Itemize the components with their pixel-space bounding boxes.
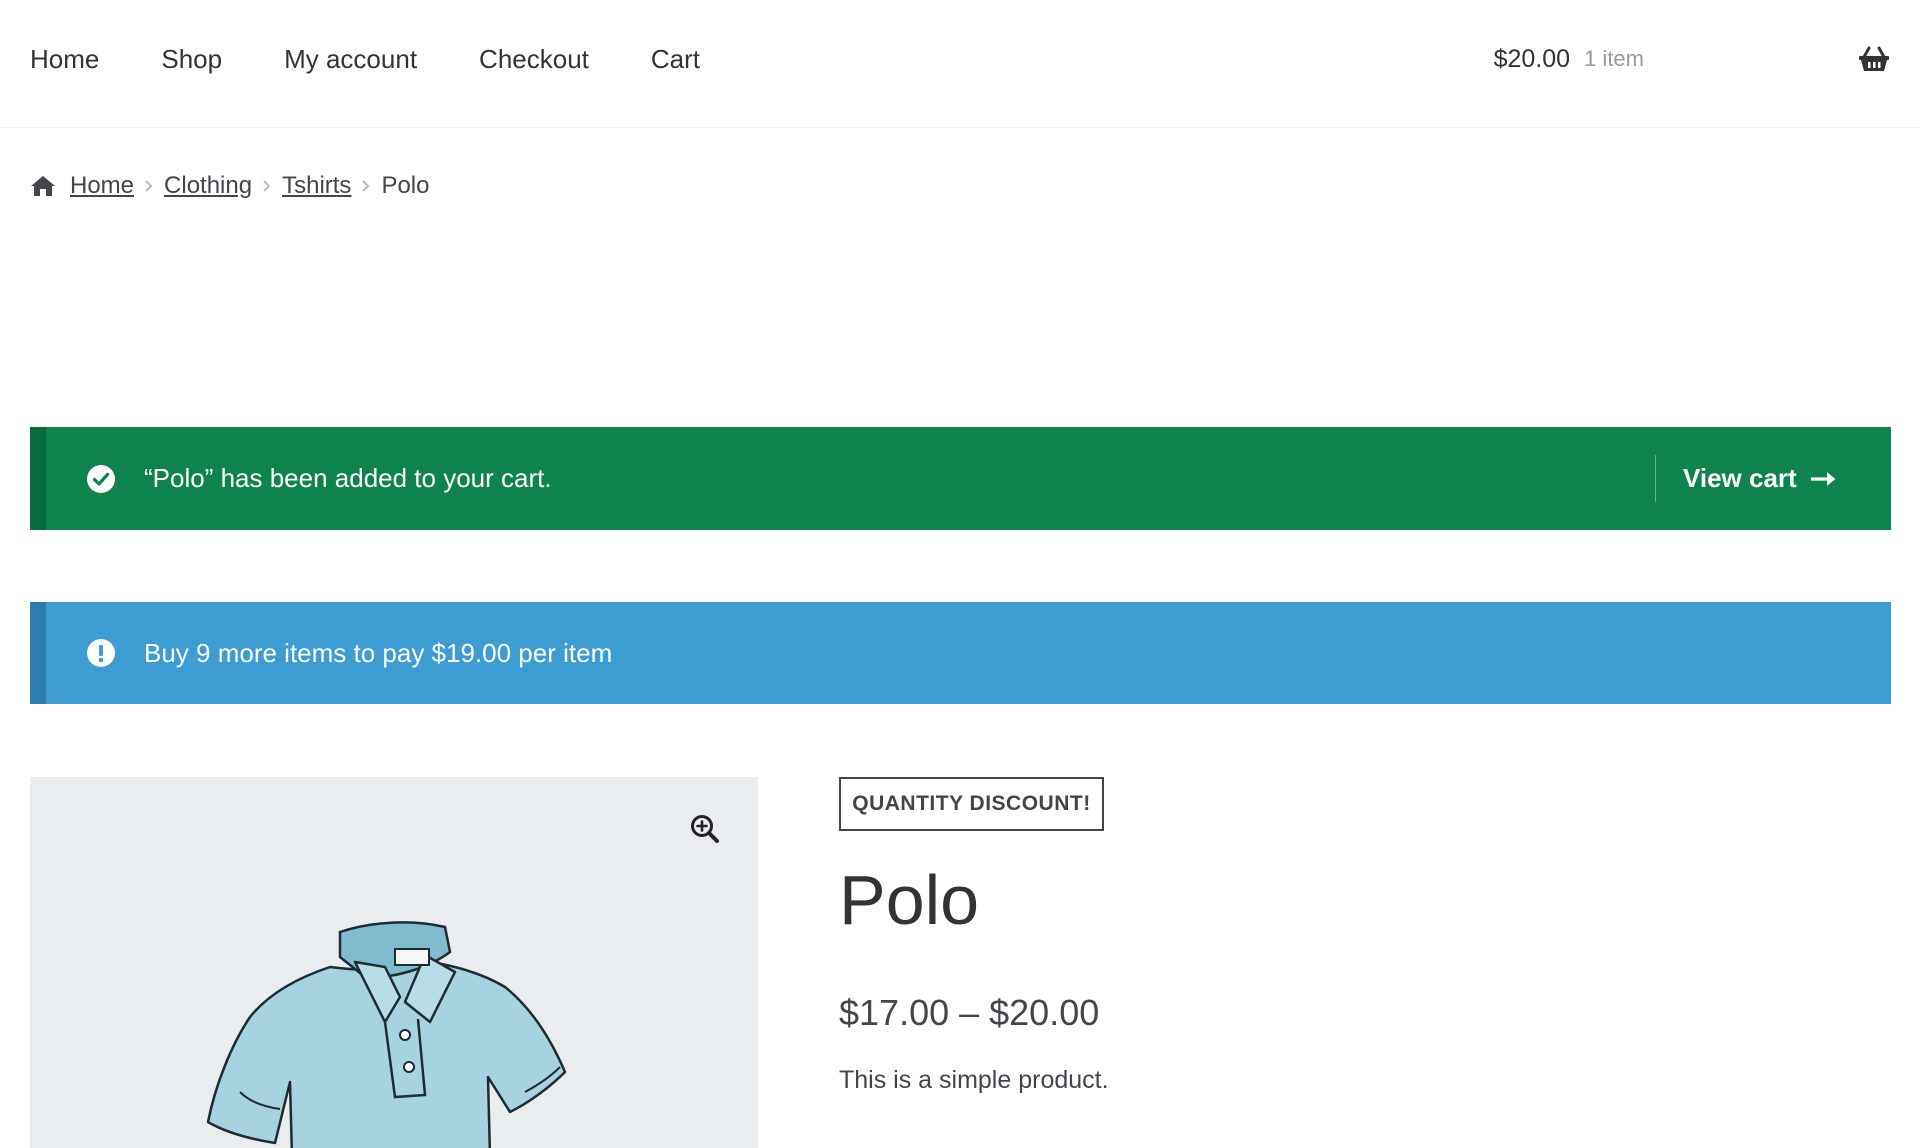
product-title: Polo (839, 861, 980, 939)
nav-cart[interactable]: Cart (651, 44, 700, 75)
zoom-in-icon[interactable] (690, 814, 720, 849)
product-gallery-image[interactable] (30, 777, 758, 1148)
product-short-description: This is a simple product. (839, 1066, 1109, 1094)
nav-my-account[interactable]: My account (284, 44, 417, 75)
breadcrumb-current: Polo (381, 172, 430, 199)
breadcrumb-link-clothing[interactable]: Clothing (164, 172, 252, 200)
cart-item-count[interactable]: 1 item (1584, 46, 1644, 72)
quantity-discount-badge: QUANTITY DISCOUNT! (839, 777, 1104, 831)
success-message: “Polo” has been added to your cart. (144, 463, 552, 493)
check-circle-icon (86, 464, 116, 494)
basket-icon[interactable] (1858, 46, 1890, 72)
chevron-right-icon (262, 180, 272, 192)
site-header: Home Shop My account Checkout Cart $20.0… (0, 0, 1920, 128)
arrow-right-icon (1810, 470, 1837, 488)
nav-shop[interactable]: Shop (161, 44, 222, 75)
success-notice: “Polo” has been added to your cart. View… (30, 427, 1891, 530)
nav-checkout[interactable]: Checkout (479, 44, 589, 75)
breadcrumb-link-home[interactable]: Home (70, 172, 134, 200)
header-mini-cart[interactable]: $20.00 1 item (1494, 0, 1890, 118)
view-cart-label: View cart (1683, 463, 1797, 493)
chevron-right-icon (361, 180, 371, 192)
exclamation-circle-icon (86, 638, 116, 668)
polo-shirt-illustration (206, 921, 567, 1148)
primary-navigation: Home Shop My account Checkout Cart (30, 0, 762, 118)
info-notice: Buy 9 more items to pay $19.00 per item (30, 602, 1891, 704)
cart-total[interactable]: $20.00 (1494, 45, 1570, 74)
product-price-range: $17.00 – $20.00 (839, 992, 1100, 1033)
chevron-right-icon (144, 180, 154, 192)
info-message: Buy 9 more items to pay $19.00 per item (144, 637, 613, 668)
nav-home[interactable]: Home (30, 44, 99, 75)
breadcrumb-link-tshirts[interactable]: Tshirts (282, 172, 351, 200)
breadcrumb: Home Clothing Tshirts Polo (30, 172, 429, 200)
view-cart-link[interactable]: View cart (1655, 455, 1891, 502)
home-icon (30, 175, 56, 197)
